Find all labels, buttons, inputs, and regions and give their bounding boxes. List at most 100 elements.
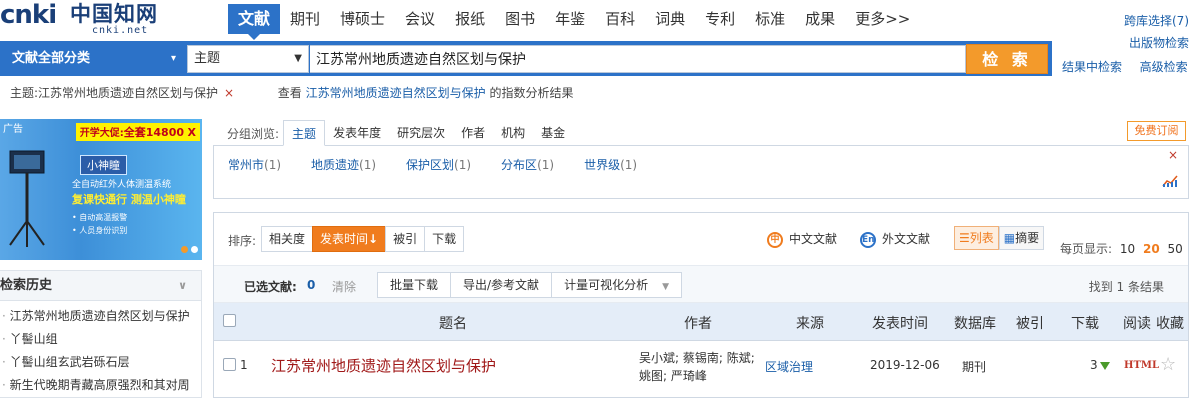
abstract-view-button[interactable]: ▦摘要 [998,226,1045,250]
select-all-checkbox[interactable] [223,314,236,327]
ad-promo-badge: 开学大促:全套14800 X [75,123,200,141]
row-checkbox[interactable] [223,358,236,371]
chevron-down-icon: ▼ [662,282,669,292]
nav-tab-conference[interactable]: 会议 [395,4,445,34]
classification-dropdown[interactable]: 文献全部分类 ▾ [0,41,186,76]
group-tab-topic[interactable]: 主题 [283,120,326,146]
ad-line-1: 全自动红外人体测温系统 [72,180,172,190]
ad-bullet-2: • 人员身份识别 [72,226,128,235]
group-tab-year[interactable]: 发表年度 [325,120,389,146]
search-input[interactable] [310,45,966,73]
column-author: 作者 [684,316,712,332]
nav-tab-yearbook[interactable]: 年鉴 [545,4,595,34]
advanced-search-link[interactable]: 高级检索 [1140,60,1188,74]
index-analysis-link[interactable]: 江苏常州地质遗迹自然区划与保护 [306,86,486,100]
column-read: 阅读 [1123,316,1151,332]
facet-item[interactable]: 保护区划(1) [406,156,471,173]
per-page-10[interactable]: 10 [1120,242,1135,256]
download-count[interactable]: 3 [1090,358,1110,372]
chevron-down-icon[interactable]: ∨ [178,271,187,301]
visual-analysis-dropdown[interactable]: 计量可视化分析 ▼ [551,272,682,298]
nav-tab-book[interactable]: 图书 [495,4,545,34]
carousel-dot[interactable] [191,246,198,253]
batch-download-button[interactable]: 批量下载 [377,272,452,298]
nav-tab-patent[interactable]: 专利 [695,4,745,34]
database-name: 期刊 [962,360,987,374]
search-history-title: 检索历史 [0,278,53,293]
ad-bullet-1: • 自动高温报警 [72,213,128,222]
group-tab-author[interactable]: 作者 [453,120,493,146]
column-cited[interactable]: 被引 [1016,313,1044,333]
favorite-star-icon[interactable]: ☆ [1160,354,1176,375]
nav-tab-encyclopedia[interactable]: 百科 [595,4,645,34]
result-title-link[interactable]: 江苏常州地质遗迹自然区划与保护 [271,355,496,376]
clear-selection-link[interactable]: 清除 [332,278,356,295]
table-row: 1 江苏常州地质遗迹自然区划与保护 吴小斌; 蔡锡南; 陈斌; 姚图; 严琦峰 … [214,341,1188,389]
close-icon[interactable]: × [1168,148,1178,162]
nav-tab-achievement[interactable]: 成果 [795,4,845,34]
view-toggle: ☰列表 ▦摘要 [954,226,1045,250]
column-downloads[interactable]: 下载 [1071,313,1099,333]
facet-count: (1) [359,158,377,172]
facet-item[interactable]: 常州市(1) [228,156,281,173]
free-subscribe-button[interactable]: 免费订阅 [1127,121,1186,141]
list-view-button[interactable]: ☰列表 [954,226,999,250]
history-item[interactable]: 丫髻山组玄武岩砾石层 [0,351,201,374]
sort-cited-button[interactable]: 被引 [385,226,426,252]
carousel-dot-active[interactable] [181,246,188,253]
group-tab-fund[interactable]: 基金 [533,120,573,146]
column-favorite: 收藏 [1156,316,1184,332]
sort-relevance-button[interactable]: 相关度 [261,226,314,252]
source-link[interactable]: 区域治理 [765,358,813,375]
search-field-select[interactable]: 主题 ▼ [187,45,309,73]
results-table-header: 题名 作者 来源 发表时间 数据库 被引 下载 阅读 收藏 [214,303,1188,341]
author-links-line-1[interactable]: 吴小斌; 蔡锡南; 陈斌; [639,349,755,366]
nav-tab-dictionary[interactable]: 词典 [645,4,695,34]
search-side-links: 结果中检索 高级检索 [1062,58,1188,75]
history-item[interactable]: 江苏常州地质遗迹自然区划与保护 [0,305,201,328]
sort-date-button[interactable]: 发表时间↓ [312,226,387,252]
foreign-literature-filter[interactable]: En 外文文献 [860,230,930,248]
selection-toolbar: 已选文献: 0 清除 批量下载 导出/参考文献 计量可视化分析 ▼ 找到 1 条结… [214,265,1188,303]
ad-close-icon[interactable]: X [188,126,196,139]
view-suffix: 的指数分析结果 [489,86,574,100]
facet-count: (1) [454,158,472,172]
search-field-value: 主题 [194,51,221,66]
chinese-literature-filter[interactable]: 中中文文献 [767,230,837,248]
history-item[interactable]: 新生代晚期青藏高原强烈和其对周 [0,374,201,397]
selection-actions: 批量下载 导出/参考文献 计量可视化分析 ▼ [377,272,682,298]
facet-item[interactable]: 世界级(1) [584,156,637,173]
nav-tab-newspaper[interactable]: 报纸 [445,4,495,34]
ad-promo-value: 全套14800 [123,126,185,139]
facet-name: 保护区划 [406,158,455,172]
author-links-line-2[interactable]: 姚图; 严琦峰 [639,367,707,384]
selected-label: 已选文献: [244,280,297,294]
nav-tab-more[interactable]: 更多>> [845,4,920,34]
sort-downloads-button[interactable]: 下载 [424,226,465,252]
export-references-button[interactable]: 导出/参考文献 [450,272,553,298]
history-item[interactable]: 丫髻山组 [0,328,201,351]
search-button[interactable]: 检 索 [966,44,1048,74]
facet-item[interactable]: 分布区(1) [501,156,554,173]
column-date[interactable]: 发表时间 [872,313,928,333]
per-page-20[interactable]: 20 [1143,242,1160,256]
nav-tab-standard[interactable]: 标准 [745,4,795,34]
search-history-header[interactable]: 检索历史 ∨ [0,271,201,301]
nav-tab-journal[interactable]: 期刊 [280,4,330,34]
search-in-results-link[interactable]: 结果中检索 [1062,60,1122,74]
group-tab-institution[interactable]: 机构 [493,120,533,146]
logo-chinese-name: 中国知网 [70,1,158,26]
ad-line-2: 复课快通行 测温小神瞳 [72,193,186,206]
cnki-logo[interactable]: cnki 中国知网 cnki.net [0,0,200,38]
advertisement-banner[interactable]: 广告 开学大促:全套14800 X 小神瞳 全自动红外人体测温系统 复课快通行 … [0,119,202,260]
html-read-link[interactable]: HTML [1124,360,1159,371]
per-page-50[interactable]: 50 [1168,242,1183,256]
publication-search-link[interactable]: 出版物检索 [1129,36,1189,50]
remove-condition-icon[interactable]: × [224,86,234,100]
cross-database-select-link[interactable]: 跨库选择(7) [1124,14,1189,28]
chart-icon[interactable] [1162,174,1178,188]
nav-tab-literature[interactable]: 文献 [228,4,281,40]
group-tab-level[interactable]: 研究层次 [389,120,453,146]
facet-item[interactable]: 地质遗迹(1) [311,156,376,173]
nav-tab-thesis[interactable]: 博硕士 [330,4,395,34]
